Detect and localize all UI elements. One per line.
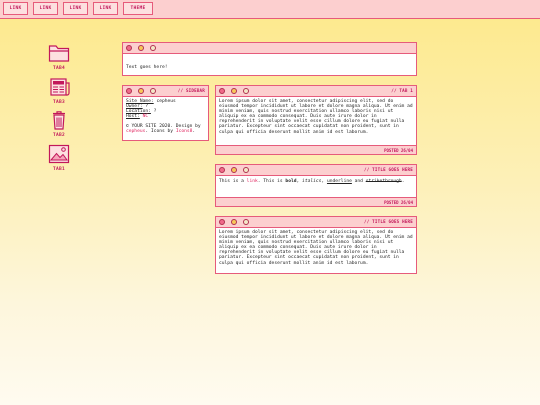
post3-window: // TITLE GOES HERE Lorem ipsum dolor sit… bbox=[215, 216, 417, 274]
minimize-button[interactable] bbox=[231, 88, 237, 94]
sidebar-content: Site Name: cepheus Owner: ? Location: ? … bbox=[123, 97, 208, 137]
intro-text: Text goes here! bbox=[126, 65, 168, 70]
post-body: This is a link. This is bold, italics, u… bbox=[216, 176, 416, 186]
post-date: POSTED 26/04 bbox=[216, 197, 416, 206]
side-tab-label: TAB4 bbox=[52, 66, 66, 71]
underline-text: underline bbox=[326, 179, 352, 184]
label: Host: bbox=[126, 114, 140, 120]
maximize-button[interactable] bbox=[243, 88, 249, 94]
nav-link-4[interactable]: LINK bbox=[93, 2, 118, 15]
minimize-button[interactable] bbox=[231, 219, 237, 225]
maximize-button[interactable] bbox=[150, 88, 156, 94]
close-button[interactable] bbox=[219, 167, 225, 173]
icons8-link[interactable]: Icons8 bbox=[176, 129, 193, 134]
top-nav: LINK LINK LINK LINK THEME bbox=[0, 0, 540, 19]
close-button[interactable] bbox=[126, 88, 132, 94]
nav-theme[interactable]: THEME bbox=[123, 2, 153, 15]
minimize-button[interactable] bbox=[231, 167, 237, 173]
footer-text: . bbox=[192, 129, 196, 135]
minimize-button[interactable] bbox=[138, 88, 144, 94]
side-tab-4[interactable]: TAB4 bbox=[44, 43, 74, 71]
intro-window: Text goes here! bbox=[122, 42, 417, 76]
post-date: POSTED 26/04 bbox=[216, 145, 416, 154]
bold-text: bold bbox=[285, 179, 297, 184]
minimize-button[interactable] bbox=[138, 45, 144, 51]
window-title: // TITLE GOES HERE bbox=[364, 167, 413, 172]
window-titlebar: // SIDEBAR bbox=[123, 86, 208, 97]
side-tab-3[interactable]: TAB3 bbox=[44, 77, 74, 105]
window-titlebar: // TITLE GOES HERE bbox=[216, 165, 416, 176]
value: cepheus bbox=[153, 99, 176, 104]
window-title: // SIDEBAR bbox=[177, 88, 205, 93]
post2-window: // TITLE GOES HERE This is a link. This … bbox=[215, 164, 417, 207]
nav-link-2[interactable]: LINK bbox=[33, 2, 58, 15]
window-title: // TAB 1 bbox=[391, 88, 413, 93]
window-titlebar: // TAB 1 bbox=[216, 86, 416, 97]
tab1-window: // TAB 1 Lorem ipsum dolor sit amet, con… bbox=[215, 85, 417, 155]
maximize-button[interactable] bbox=[243, 167, 249, 173]
picture-icon bbox=[48, 144, 70, 164]
strike-text: strikethrough bbox=[365, 179, 402, 184]
window-titlebar: // TITLE GOES HERE bbox=[216, 217, 416, 228]
folder-icon bbox=[48, 45, 70, 62]
italic-text: italics bbox=[302, 179, 322, 184]
value: NC bbox=[139, 114, 149, 120]
close-button[interactable] bbox=[219, 88, 225, 94]
post-body: Lorem ipsum dolor sit amet, consectetur … bbox=[219, 99, 413, 135]
text: . This is bbox=[257, 179, 286, 184]
author-link[interactable]: cepheus bbox=[126, 129, 145, 134]
window-title: // TITLE GOES HERE bbox=[364, 219, 413, 224]
value: ? bbox=[150, 109, 157, 115]
host-row: Host: NC bbox=[126, 114, 205, 119]
side-tab-2[interactable]: TAB2 bbox=[44, 110, 74, 138]
sample-link[interactable]: link bbox=[247, 179, 258, 184]
trash-icon bbox=[53, 111, 65, 130]
text: . bbox=[401, 179, 405, 184]
side-tab-label: TAB1 bbox=[52, 167, 66, 172]
text: This is a bbox=[219, 179, 247, 184]
nav-link-3[interactable]: LINK bbox=[63, 2, 88, 15]
close-button[interactable] bbox=[219, 219, 225, 225]
text: and bbox=[351, 179, 366, 184]
window-titlebar bbox=[123, 43, 416, 54]
side-tab-label: TAB2 bbox=[52, 133, 66, 138]
sidebar-window: // SIDEBAR Site Name: cepheus Owner: ? L… bbox=[122, 85, 209, 141]
side-tab-label: TAB3 bbox=[52, 100, 66, 105]
close-button[interactable] bbox=[126, 45, 132, 51]
footer-text: . Icons by bbox=[145, 129, 176, 135]
newspaper-icon bbox=[50, 78, 70, 96]
maximize-button[interactable] bbox=[243, 219, 249, 225]
nav-link-1[interactable]: LINK bbox=[3, 2, 28, 15]
post-body: Lorem ipsum dolor sit amet, consectetur … bbox=[219, 230, 413, 266]
maximize-button[interactable] bbox=[150, 45, 156, 51]
sidebar-footer: © YOUR SITE 2020. Design by cepheus. Ico… bbox=[126, 124, 205, 134]
side-tab-1[interactable]: TAB1 bbox=[44, 144, 74, 172]
